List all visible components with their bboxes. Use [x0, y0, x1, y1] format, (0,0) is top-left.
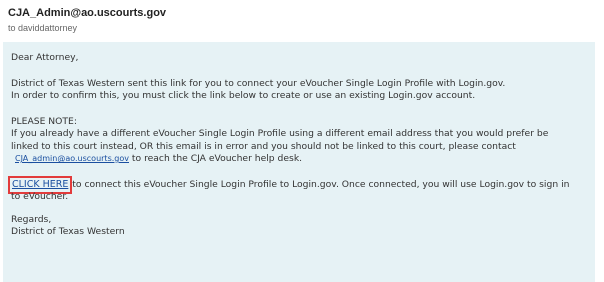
email-header: CJA_Admin@ao.uscourts.gov to daviddattor… — [8, 6, 166, 35]
connect-line-2: to eVoucher. — [11, 191, 69, 202]
note-line-1: If you already have a different eVoucher… — [11, 128, 549, 139]
connect-text: to connect this eVoucher Single Login Pr… — [69, 178, 570, 190]
signature: District of Texas Western — [11, 226, 125, 237]
connect-line-1: CLICK HERE to connect this eVoucher Sing… — [7, 175, 587, 194]
email-body: Dear Attorney, District of Texas Western… — [3, 42, 595, 282]
intro-line-1: District of Texas Western sent this link… — [11, 77, 506, 89]
help-desk-line: CJA_admin@ao.uscourts.gov to reach the C… — [11, 153, 587, 166]
greeting: Dear Attorney, — [11, 52, 79, 63]
sender-address: CJA_Admin@ao.uscourts.gov — [8, 7, 167, 19]
recipient-line: to daviddattorney — [8, 23, 78, 33]
regards: Regards, — [11, 213, 52, 225]
note-heading: PLEASE NOTE: — [11, 115, 77, 127]
click-here-link[interactable]: CLICK HERE — [7, 175, 73, 194]
note-line-2: linked to this court instead, OR this em… — [11, 140, 516, 152]
help-desk-suffix: to reach the CJA eVoucher help desk. — [129, 153, 303, 164]
help-email-link[interactable]: CJA_admin@ao.uscourts.gov — [15, 154, 129, 163]
intro-line-2: In order to confirm this, you must click… — [11, 90, 476, 101]
